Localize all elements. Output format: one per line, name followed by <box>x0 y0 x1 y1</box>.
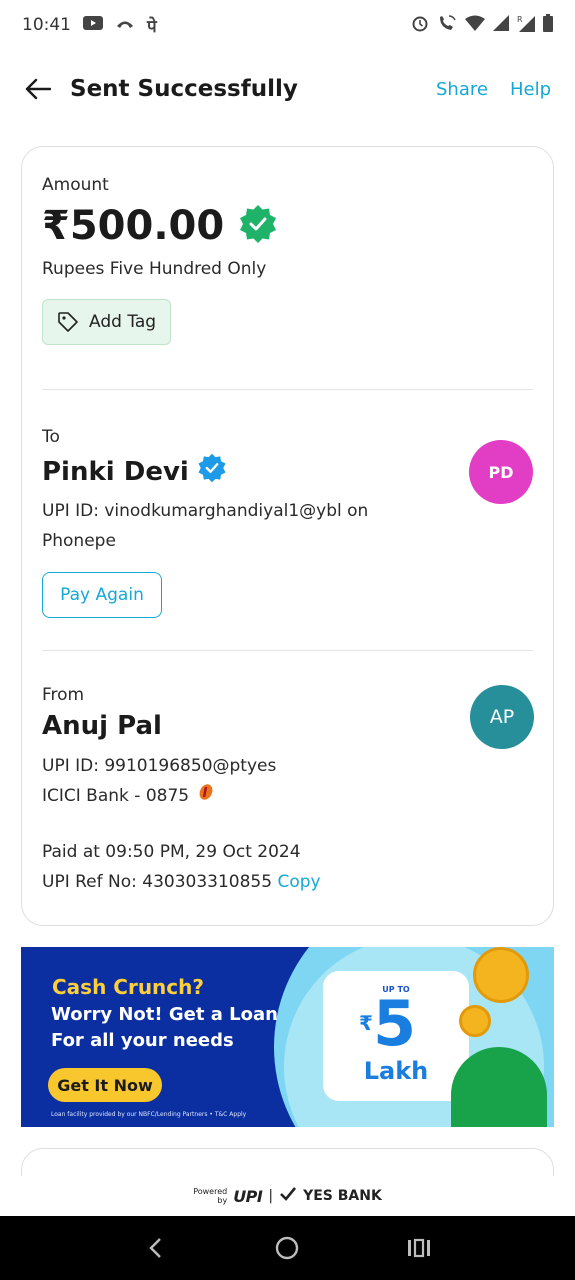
home-circle-icon <box>276 1236 299 1260</box>
svg-text:R: R <box>517 15 523 24</box>
amount-section: Amount ₹500.00 Rupees Five Hundred Only … <box>42 175 533 345</box>
recents-icon <box>408 1238 431 1258</box>
pay-again-button[interactable]: Pay Again <box>42 572 162 618</box>
signal-icon <box>493 14 509 36</box>
nav-home-button[interactable] <box>267 1228 307 1268</box>
yes-bank-logo: YES BANK <box>303 1188 382 1204</box>
divider <box>42 389 533 390</box>
recipient-upi-line1: UPI ID: vinodkumarghandiyal1@ybl on <box>42 501 369 521</box>
amount-label: Amount <box>42 175 109 195</box>
sender-avatar: AP <box>470 685 534 749</box>
app-pe-icon: पे <box>147 16 157 37</box>
arrow-left-icon <box>25 78 51 100</box>
from-label: From <box>42 685 85 705</box>
get-it-now-button[interactable]: Get It Now <box>48 1068 162 1102</box>
checkmark-icon <box>279 1186 297 1206</box>
coin-icon <box>473 947 529 1003</box>
system-nav-bar <box>0 1216 575 1280</box>
banner-fine-print: Loan facility provided by our NBFC/Lendi… <box>51 1111 247 1118</box>
alarm-icon <box>411 14 429 37</box>
wifi-call-icon <box>437 14 457 37</box>
banner-title: Cash Crunch? <box>52 975 204 999</box>
nav-recents-button[interactable] <box>399 1228 439 1268</box>
help-button[interactable]: Help <box>510 79 551 100</box>
loan-banner[interactable]: Cash Crunch? Worry Not! Get a Loan For a… <box>21 947 554 1127</box>
recipient-avatar: PD <box>469 440 533 504</box>
copy-button[interactable]: Copy <box>277 872 320 892</box>
loan-unit: Lakh <box>363 1057 429 1085</box>
transaction-card: Amount ₹500.00 Rupees Five Hundred Only … <box>21 146 554 926</box>
banner-line-1: Worry Not! Get a Loan <box>51 1004 278 1025</box>
divider <box>42 650 533 651</box>
battery-icon <box>543 13 553 37</box>
recipient-name: Pinki Devi <box>42 456 189 487</box>
banner-line-2: For all your needs <box>51 1030 234 1051</box>
add-tag-button[interactable]: Add Tag <box>42 299 172 345</box>
verified-check-icon <box>238 204 278 248</box>
icici-bank-icon <box>197 781 215 811</box>
sender-bank: ICICI Bank - 0875 <box>42 786 190 806</box>
loan-amount-card: UP TO ₹ 5 Lakh <box>323 971 469 1101</box>
upi-logo: UPI <box>233 1186 263 1206</box>
add-tag-label: Add Tag <box>89 312 157 332</box>
back-triangle-icon <box>149 1238 161 1258</box>
status-bar: 10:41 पे R <box>0 0 575 50</box>
footer-branding: Powered by UPI | YES BANK <box>0 1176 575 1216</box>
upi-ref-no: UPI Ref No: 430303310855 <box>42 872 273 892</box>
recipient-upi-line2: Phonepe <box>42 531 116 551</box>
youtube-icon <box>83 15 103 36</box>
rupee-symbol: ₹ <box>359 1011 373 1035</box>
amount-in-words: Rupees Five Hundred Only <box>42 259 267 279</box>
coin-icon <box>459 1005 491 1037</box>
loan-amount: 5 <box>373 987 417 1060</box>
verified-blue-icon <box>197 453 227 490</box>
from-section: From Anuj Pal UPI ID: 9910196850@ptyes I… <box>42 685 533 897</box>
to-label: To <box>42 427 60 447</box>
powered-by-label: Powered by <box>193 1187 228 1205</box>
nav-back-button[interactable] <box>136 1228 176 1268</box>
share-button[interactable]: Share <box>436 79 488 100</box>
wifi-icon <box>465 15 485 36</box>
sender-name: Anuj Pal <box>42 711 162 741</box>
amount-value: ₹500.00 <box>42 203 225 249</box>
missed-call-icon <box>115 15 135 36</box>
paid-at: Paid at 09:50 PM, 29 Oct 2024 <box>42 842 301 862</box>
sender-upi-id: UPI ID: 9910196850@ptyes <box>42 756 277 776</box>
status-time: 10:41 <box>22 15 71 35</box>
signal-roaming-icon: R <box>517 14 535 37</box>
tag-icon <box>58 312 78 332</box>
back-button[interactable] <box>24 75 52 103</box>
app-header: Sent Successfully Share Help <box>0 62 575 116</box>
to-section: To Pinki Devi UPI ID: vinodkumarghandiya… <box>42 427 533 618</box>
page-title: Sent Successfully <box>70 76 298 102</box>
separator: | <box>268 1188 274 1204</box>
